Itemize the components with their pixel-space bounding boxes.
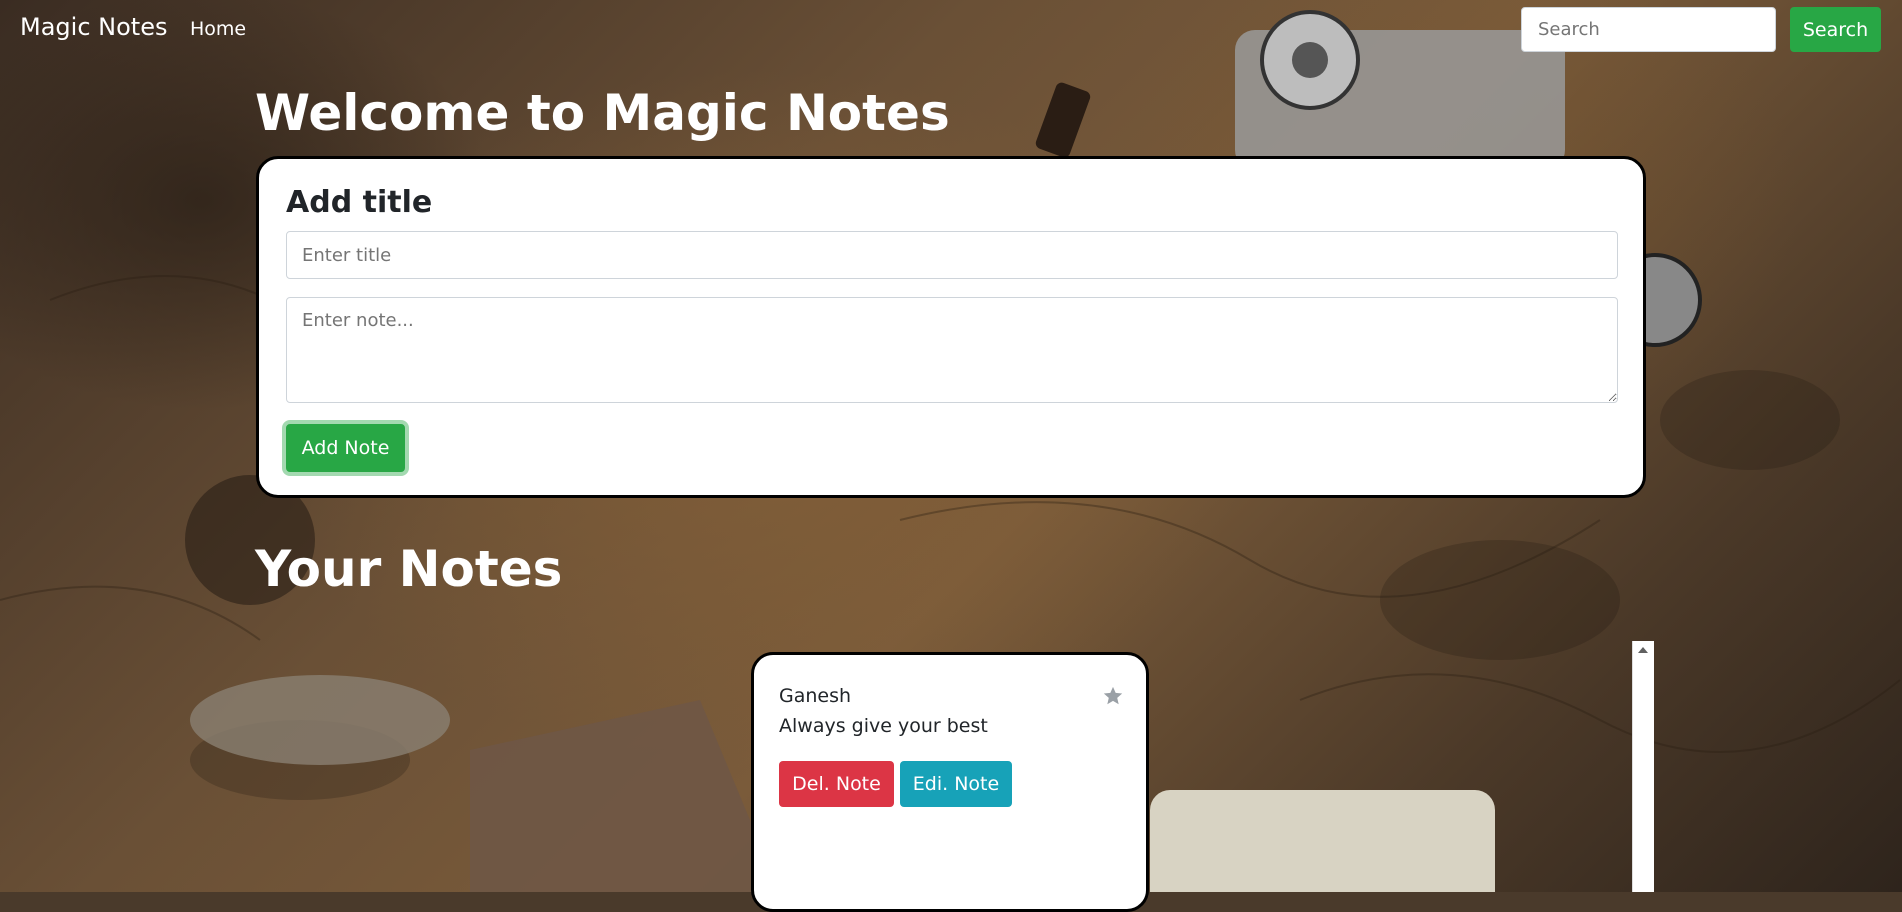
edit-note-button[interactable]: Edi. Note [900, 761, 1012, 807]
add-note-button[interactable]: Add Note [286, 424, 405, 472]
top-navbar: Magic Notes Home Search [0, 0, 1902, 62]
star-icon[interactable] [1102, 685, 1124, 707]
delete-note-button[interactable]: Del. Note [779, 761, 894, 807]
note-textarea[interactable] [286, 297, 1618, 403]
page-title: Welcome to Magic Notes [255, 84, 950, 142]
notes-scrollbar[interactable] [1632, 641, 1654, 892]
note-card: Ganesh Always give your best Del. Note E… [751, 652, 1149, 912]
note-text: Always give your best [779, 715, 988, 737]
nav-home-link[interactable]: Home [190, 18, 246, 40]
search-input[interactable] [1521, 7, 1776, 52]
scroll-up-arrow-icon[interactable] [1637, 646, 1649, 654]
notes-heading: Your Notes [255, 540, 563, 598]
search-button[interactable]: Search [1790, 7, 1881, 52]
note-title: Ganesh [779, 685, 852, 707]
title-input[interactable] [286, 231, 1618, 279]
add-note-card: Add title Add Note [256, 156, 1646, 498]
brand-link[interactable]: Magic Notes [20, 13, 167, 41]
add-title-heading: Add title [286, 185, 433, 220]
